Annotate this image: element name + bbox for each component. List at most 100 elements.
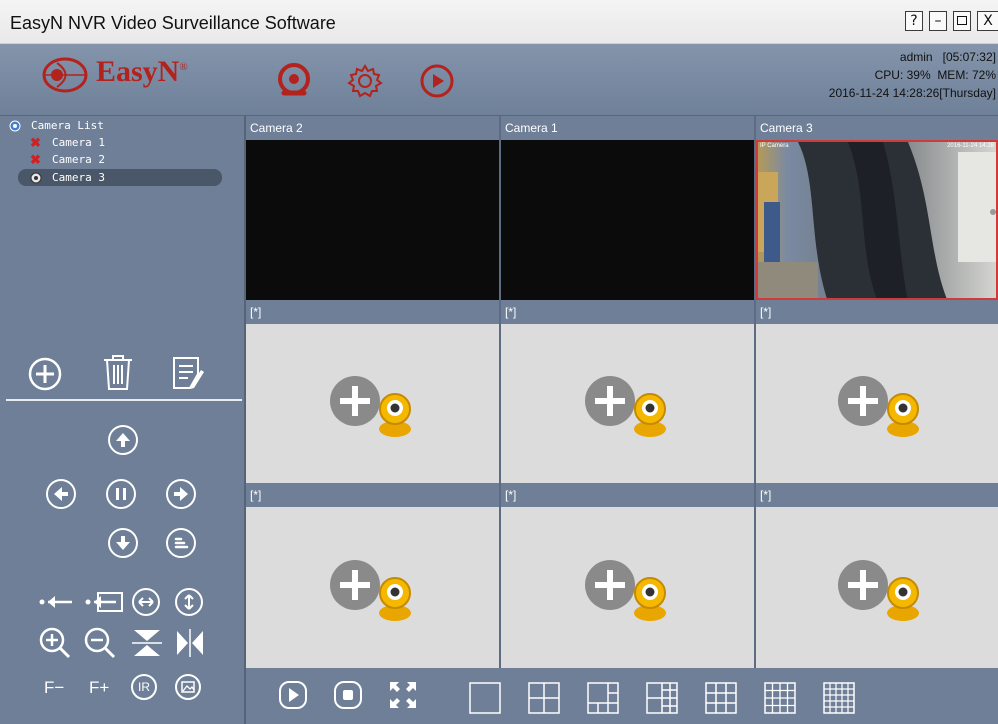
- video-cell-title: [*]: [501, 300, 754, 324]
- system-status: admin [05:07:32] CPU: 39% MEM: 72% 2016-…: [829, 48, 996, 102]
- cpu-usage: CPU: 39%: [874, 68, 931, 82]
- mirror-horizontal-icon[interactable]: [174, 628, 206, 658]
- offline-icon: ✖: [30, 152, 41, 167]
- add-camera-placeholder-icon: [585, 560, 666, 621]
- video-cell-title: [*]: [756, 483, 998, 507]
- ptz-right-button[interactable]: [166, 479, 196, 509]
- vertical-scan-button[interactable]: [175, 588, 203, 616]
- video-cell-camera-3[interactable]: IP Camera 2016-11-24 14:28: [756, 140, 998, 300]
- maximize-icon: [957, 16, 967, 25]
- ptz-left-button[interactable]: [46, 479, 76, 509]
- list-icon: [174, 537, 189, 549]
- video-cell-title: [*]: [246, 300, 499, 324]
- flip-vertical-icon[interactable]: [130, 628, 164, 658]
- brand-logo-text: EasyN®: [96, 55, 188, 89]
- arrow-up-icon: [116, 433, 130, 447]
- ptz-down-button[interactable]: [108, 528, 138, 558]
- user-name: admin: [899, 50, 933, 64]
- settings-gear-icon[interactable]: [346, 62, 384, 100]
- video-cell-empty[interactable]: [501, 507, 754, 668]
- tree-item-label: Camera 2: [52, 153, 105, 166]
- layout-1-icon[interactable]: [469, 682, 501, 714]
- title-bar: EasyN NVR Video Surveillance Software ? …: [0, 0, 998, 44]
- maximize-button[interactable]: [953, 11, 971, 31]
- ir-button[interactable]: IR: [131, 674, 157, 700]
- picture-icon: [181, 681, 195, 693]
- pause-icon: [116, 488, 126, 500]
- focus-minus-button[interactable]: F−: [44, 678, 64, 698]
- layout-8-icon[interactable]: [646, 682, 678, 714]
- arrow-horizontal-icon: [138, 597, 154, 607]
- video-cell-empty[interactable]: [501, 324, 754, 483]
- video-cell-empty[interactable]: [246, 507, 499, 668]
- add-camera-placeholder-icon: [330, 560, 411, 621]
- add-camera-icon[interactable]: [27, 356, 63, 392]
- ptz-stop-button[interactable]: [106, 479, 136, 509]
- edit-camera-icon[interactable]: [170, 354, 210, 392]
- video-cell-camera-2[interactable]: [246, 140, 499, 300]
- window-title: EasyN NVR Video Surveillance Software: [10, 13, 336, 33]
- video-cell-empty[interactable]: [246, 324, 499, 483]
- fullscreen-icon[interactable]: [388, 680, 418, 710]
- video-cell-title: Camera 2: [246, 116, 499, 140]
- minimize-button[interactable]: –: [929, 11, 947, 31]
- layout-16-icon[interactable]: [764, 682, 796, 714]
- camera-list-icon: [9, 120, 21, 132]
- add-camera-placeholder-icon: [838, 376, 919, 437]
- brand-name: EasyN: [96, 55, 180, 88]
- zoom-out-icon[interactable]: [83, 626, 117, 660]
- tree-root-label: Camera List: [31, 119, 104, 132]
- horizontal-scan-button[interactable]: [132, 588, 160, 616]
- layout-4-icon[interactable]: [528, 682, 560, 714]
- add-camera-placeholder-icon: [838, 560, 919, 621]
- video-cell-title: Camera 1: [501, 116, 754, 140]
- layout-9-icon[interactable]: [705, 682, 737, 714]
- zoom-in-step-icon[interactable]: [84, 590, 124, 614]
- zoom-in-icon[interactable]: [38, 626, 72, 660]
- app-header: EasyN® admin [05:07:32] CPU: 39% MEM: 72…: [0, 44, 998, 116]
- ir-label: IR: [138, 680, 150, 694]
- arrow-left-icon: [54, 487, 68, 501]
- video-cell-title: Camera 3: [756, 116, 998, 140]
- focus-plus-button[interactable]: F+: [89, 678, 109, 698]
- selected-row-highlight: [18, 169, 222, 186]
- stop-all-icon[interactable]: [333, 680, 363, 710]
- grid-divider: [499, 116, 501, 668]
- memory-usage: MEM: 72%: [937, 68, 996, 82]
- layout-25-icon[interactable]: [823, 682, 855, 714]
- zoom-out-step-icon[interactable]: [38, 592, 76, 612]
- video-cell-title: [*]: [246, 483, 499, 507]
- logo-icon: [42, 57, 88, 93]
- snapshot-button[interactable]: [175, 674, 201, 700]
- playback-icon[interactable]: [418, 62, 456, 100]
- video-cell-empty[interactable]: [756, 507, 998, 668]
- close-button[interactable]: X: [977, 11, 998, 31]
- add-camera-placeholder-icon: [330, 376, 411, 437]
- video-overlay-name: IP Camera: [760, 143, 789, 149]
- live-video-frame: [758, 142, 996, 298]
- arrow-vertical-icon: [184, 594, 194, 610]
- delete-camera-icon[interactable]: [100, 352, 136, 392]
- play-all-icon[interactable]: [278, 680, 308, 710]
- live-view-icon[interactable]: [275, 62, 313, 100]
- uptime: [05:07:32]: [942, 50, 996, 64]
- video-cell-camera-1[interactable]: [501, 140, 754, 300]
- help-button[interactable]: ?: [905, 11, 923, 31]
- arrow-right-icon: [174, 487, 188, 501]
- grid-divider: [754, 116, 756, 668]
- trademark: ®: [179, 61, 188, 73]
- video-cell-title: [*]: [756, 300, 998, 324]
- ptz-menu-button[interactable]: [166, 528, 196, 558]
- arrow-down-icon: [116, 536, 130, 550]
- video-cell-empty[interactable]: [756, 324, 998, 483]
- date-time: 2016-11-24 14:28:26[Thursday]: [828, 86, 996, 100]
- video-cell-title: [*]: [501, 483, 754, 507]
- ptz-up-button[interactable]: [108, 425, 138, 455]
- tree-item-label: Camera 3: [52, 171, 105, 184]
- bottom-toolbar: [246, 668, 998, 724]
- offline-icon: ✖: [30, 135, 41, 150]
- online-camera-icon: [30, 172, 42, 184]
- layout-6-icon[interactable]: [587, 682, 619, 714]
- tree-item-label: Camera 1: [52, 136, 105, 149]
- video-overlay-time: 2016-11-24 14:28: [947, 143, 994, 149]
